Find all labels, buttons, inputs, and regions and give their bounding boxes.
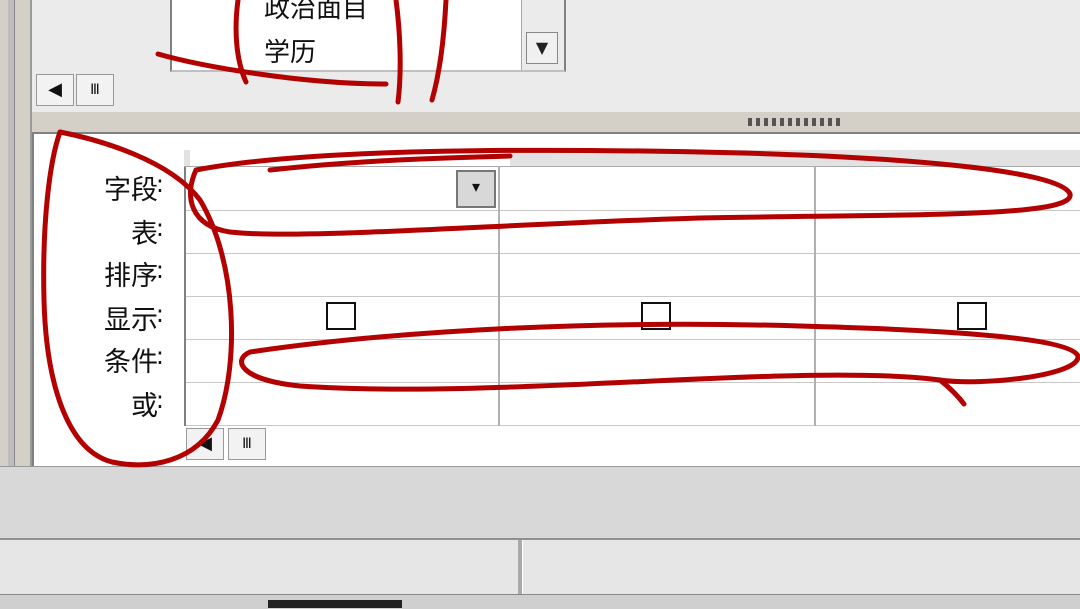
taskbar (0, 594, 1080, 609)
grid-row-line (186, 210, 1080, 211)
row-label-or: 或 (131, 391, 158, 422)
window-left-edge (8, 0, 15, 540)
show-checkbox[interactable] (957, 302, 987, 330)
grid-column-line (814, 166, 816, 426)
field-list-scrollbar[interactable]: ▼ (521, 0, 564, 70)
window-lower-area (0, 466, 1080, 539)
window-left-frame (0, 0, 32, 540)
column-selector-active[interactable] (190, 150, 510, 166)
row-label-sort: 排序 (104, 261, 158, 292)
grid-row-line (186, 425, 1080, 426)
row-label-criteria: 条件 (104, 347, 158, 378)
row-label-colon: : (155, 342, 164, 370)
scroll-thumb-icon[interactable]: Ⅲ (76, 74, 114, 106)
grid-row-line (186, 339, 1080, 340)
show-checkbox[interactable] (326, 302, 356, 330)
grid-row-line (186, 296, 1080, 297)
row-label-table: 表 (131, 219, 158, 250)
row-label-colon: : (155, 170, 164, 198)
row-label-show: 显示 (104, 305, 158, 336)
field-list-item[interactable]: 学历 (264, 32, 316, 69)
pane-splitter[interactable] (30, 112, 1080, 134)
scroll-left-icon[interactable]: ◀ (186, 428, 224, 460)
scroll-left-icon[interactable]: ◀ (36, 74, 74, 106)
row-label-colon: : (155, 386, 164, 414)
show-checkbox[interactable] (641, 302, 671, 330)
taskbar-item[interactable] (268, 600, 402, 608)
field-list-item[interactable]: 政治面目 (264, 0, 368, 25)
field-list[interactable]: 政治面目 学历 ▼ (170, 0, 566, 72)
field-dropdown-icon[interactable]: ▾ (456, 170, 496, 208)
row-label-colon: : (155, 214, 164, 242)
scroll-thumb-icon[interactable]: Ⅲ (228, 428, 266, 460)
grid-hscroll[interactable]: ◀ Ⅲ (186, 428, 276, 462)
design-grid[interactable] (184, 150, 1080, 426)
row-label-field: 字段 (104, 175, 158, 206)
table-pane-hscroll[interactable]: ◀ Ⅲ (36, 74, 122, 108)
grid-row-line (186, 382, 1080, 383)
grid-column-line (498, 166, 500, 426)
row-label-colon: : (155, 256, 164, 284)
row-label-colon: : (155, 300, 164, 328)
status-bar (0, 538, 1080, 596)
scroll-down-icon[interactable]: ▼ (526, 32, 558, 64)
splitter-grip-icon[interactable] (748, 118, 844, 126)
grid-row-labels: 字段 : 表 : 排序 : 显示 : 条件 : 或 : (34, 150, 184, 460)
status-bar-divider (518, 540, 523, 594)
grid-row-line (186, 253, 1080, 254)
